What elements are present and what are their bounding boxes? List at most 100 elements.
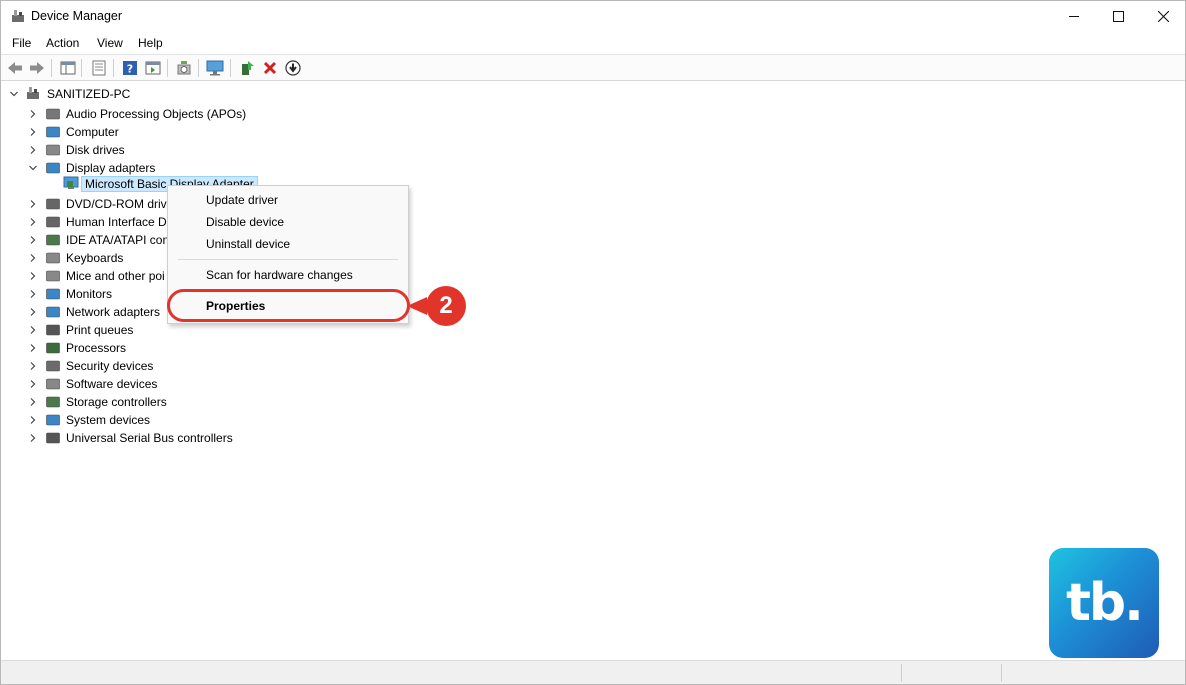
expand-chevron-icon[interactable]	[28, 235, 38, 245]
tree-category-label[interactable]: Universal Serial Bus controllers	[66, 431, 233, 445]
menu-file[interactable]: File	[12, 36, 31, 50]
title-bar: Device Manager	[1, 1, 1185, 32]
status-bar	[1, 660, 1185, 684]
tree-category-label[interactable]: Monitors	[66, 287, 112, 301]
window-title: Device Manager	[31, 9, 123, 23]
tree-category-label[interactable]: Keyboards	[66, 251, 123, 265]
menu-action[interactable]: Action	[46, 36, 79, 50]
back-arrow-icon	[8, 62, 22, 74]
tb-logo: tb.	[1049, 548, 1159, 658]
display-adapter-icon	[46, 162, 60, 174]
expand-chevron-icon[interactable]	[28, 415, 38, 425]
logo-text: tb.	[1066, 573, 1144, 633]
minimize-icon	[1068, 16, 1079, 17]
toolbar-separator	[113, 59, 114, 77]
tree-category-label[interactable]: Mice and other poi	[66, 269, 165, 283]
expand-chevron-icon[interactable]	[28, 109, 38, 119]
properties-toolbar-button[interactable]	[90, 59, 108, 77]
toolbar-separator	[51, 59, 52, 77]
menu-view[interactable]: View	[97, 36, 123, 50]
security-device-icon	[46, 360, 60, 372]
status-divider	[901, 664, 902, 682]
hid-icon	[46, 216, 60, 228]
expand-chevron-icon[interactable]	[28, 199, 38, 209]
forward-arrow-icon	[30, 62, 44, 74]
update-driver-toolbar-button[interactable]	[238, 59, 256, 77]
expand-chevron-icon[interactable]	[28, 307, 38, 317]
expand-chevron-icon[interactable]	[28, 271, 38, 281]
expand-chevron-icon[interactable]	[28, 217, 38, 227]
uninstall-device-toolbar-button[interactable]	[261, 59, 279, 77]
properties-sheet-icon	[92, 60, 106, 76]
close-icon	[1157, 11, 1169, 22]
tree-category-label[interactable]: Security devices	[66, 359, 153, 373]
tree-category-label[interactable]: Software devices	[66, 377, 157, 391]
tree-category-label[interactable]: Display adapters	[66, 161, 155, 175]
callout-arrow-icon	[407, 297, 427, 315]
collapse-chevron-icon[interactable]	[28, 163, 38, 173]
tree-category-label[interactable]: Audio Processing Objects (APOs)	[66, 107, 246, 121]
menu-bar: File Action View Help	[1, 32, 1185, 54]
mouse-icon	[46, 270, 60, 282]
expand-chevron-icon[interactable]	[28, 343, 38, 353]
tree-category-label[interactable]: System devices	[66, 413, 150, 427]
menu-help[interactable]: Help	[138, 36, 163, 50]
show-hide-tree-button[interactable]	[59, 59, 77, 77]
ide-controller-icon	[46, 234, 60, 246]
tree-category-label[interactable]: Storage controllers	[66, 395, 167, 409]
expand-chevron-icon[interactable]	[28, 397, 38, 407]
collapse-chevron-icon[interactable]	[9, 89, 19, 99]
properties-highlight-outline	[167, 289, 410, 322]
expand-chevron-icon[interactable]	[28, 361, 38, 371]
tree-category-label[interactable]: Computer	[66, 125, 119, 139]
network-adapter-icon	[46, 306, 60, 318]
expand-chevron-icon[interactable]	[28, 289, 38, 299]
dvd-drive-icon	[46, 198, 60, 210]
tree-root-label[interactable]: SANITIZED-PC	[47, 87, 130, 101]
show-hide-console-tree-icon	[60, 61, 76, 75]
expand-chevron-icon[interactable]	[28, 379, 38, 389]
help-toolbar-button[interactable]: ?	[121, 59, 139, 77]
svg-text:?: ?	[127, 63, 133, 76]
monitor-icon	[206, 60, 224, 76]
context-update-driver[interactable]: Update driver	[206, 193, 278, 207]
context-disable-device[interactable]: Disable device	[206, 215, 284, 229]
storage-controller-icon	[46, 396, 60, 408]
monitor-icon	[46, 288, 60, 300]
disable-device-toolbar-button[interactable]	[284, 59, 302, 77]
tree-category-label[interactable]: DVD/CD-ROM drive	[66, 197, 173, 211]
tree-category-label[interactable]: Print queues	[66, 323, 133, 337]
tree-category-label[interactable]: Network adapters	[66, 305, 160, 319]
maximize-button[interactable]	[1096, 1, 1140, 32]
context-uninstall-device[interactable]: Uninstall device	[206, 237, 290, 251]
update-driver-icon	[242, 61, 254, 75]
computer-icon	[46, 126, 60, 138]
expand-chevron-icon[interactable]	[28, 145, 38, 155]
expand-chevron-icon[interactable]	[28, 325, 38, 335]
expand-chevron-icon[interactable]	[28, 433, 38, 443]
action-pane-button[interactable]	[144, 59, 162, 77]
keyboard-icon	[46, 252, 60, 264]
tree-category-label[interactable]: Processors	[66, 341, 126, 355]
toolbar-separator	[167, 59, 168, 77]
toolbar-separator	[81, 59, 82, 77]
tree-category-label[interactable]: IDE ATA/ATAPI cont	[66, 233, 172, 247]
context-scan-hardware[interactable]: Scan for hardware changes	[206, 268, 353, 282]
monitor-toolbar-button[interactable]	[206, 59, 224, 77]
tree-category-label[interactable]: Disk drives	[66, 143, 125, 157]
tree-category-label[interactable]: Human Interface De	[66, 215, 173, 229]
expand-chevron-icon[interactable]	[28, 253, 38, 263]
context-menu-separator	[178, 259, 398, 260]
system-device-icon	[46, 414, 60, 426]
disk-drive-icon	[46, 144, 60, 156]
uninstall-device-icon	[263, 61, 277, 75]
expand-chevron-icon[interactable]	[28, 127, 38, 137]
close-button[interactable]	[1141, 1, 1185, 32]
device-manager-window: Device Manager File Action View Help ? S…	[0, 0, 1186, 685]
toolbar: ?	[1, 54, 1185, 81]
forward-button[interactable]	[28, 59, 46, 77]
scan-hardware-button[interactable]	[175, 59, 193, 77]
disable-device-icon	[285, 60, 301, 76]
back-button[interactable]	[6, 59, 24, 77]
minimize-button[interactable]	[1052, 1, 1096, 32]
